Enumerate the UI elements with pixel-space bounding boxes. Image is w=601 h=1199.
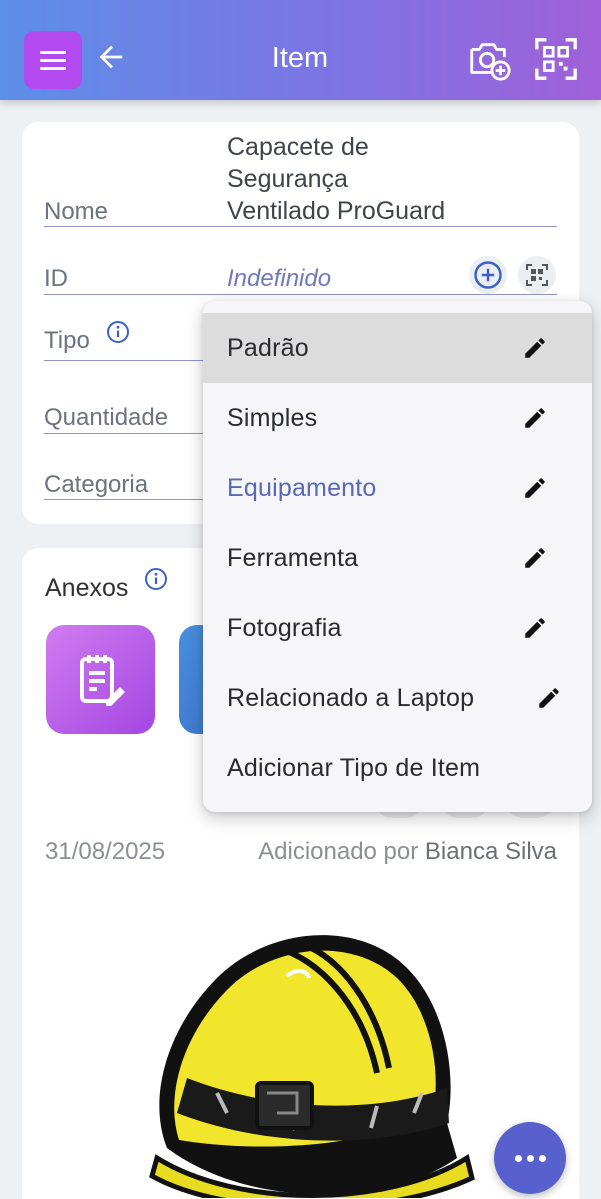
dropdown-item-ferramenta[interactable]: Ferramenta: [203, 523, 592, 593]
nome-field[interactable]: Capacete de Segurança Ventilado ProGuard: [227, 131, 547, 227]
camera-add-icon[interactable]: [466, 36, 512, 82]
hamburger-menu-icon: [40, 50, 66, 54]
dropdown-item-equipamento[interactable]: Equipamento: [203, 453, 592, 523]
add-note-tile[interactable]: [46, 625, 155, 734]
quantidade-label: Quantidade: [44, 404, 169, 431]
helmet-image[interactable]: [127, 908, 477, 1198]
back-arrow-icon[interactable]: [94, 40, 128, 74]
dropdown-item-simples[interactable]: Simples: [203, 383, 592, 453]
categoria-label: Categoria: [44, 471, 149, 498]
pencil-icon[interactable]: [522, 335, 548, 361]
attachment-date: 31/08/2025: [45, 838, 166, 865]
pencil-icon[interactable]: [522, 405, 548, 431]
dropdown-item-relacionado-a-laptop[interactable]: Relacionado a Laptop: [203, 663, 592, 733]
page-title: Item: [271, 42, 329, 74]
pencil-icon[interactable]: [522, 475, 548, 501]
scan-id-button[interactable]: [518, 256, 556, 294]
dropdown-item-fotografia[interactable]: Fotografia: [203, 593, 592, 663]
more-dots-icon: [514, 1154, 522, 1162]
nome-underline: [44, 226, 557, 227]
pencil-icon[interactable]: [522, 615, 548, 641]
anexos-info-icon[interactable]: [144, 567, 168, 591]
plus-circle-icon: [474, 261, 502, 289]
added-by-text: Adicionado por Bianca Silva: [258, 838, 557, 865]
pencil-icon[interactable]: [522, 545, 548, 571]
more-options-fab[interactable]: [494, 1122, 566, 1194]
id-underline: [44, 294, 557, 295]
dropdown-item-adicionar-tipo[interactable]: Adicionar Tipo de Item: [203, 733, 592, 803]
menu-button[interactable]: [24, 31, 82, 89]
qr-scan-small-icon: [526, 264, 548, 286]
nome-label: Nome: [44, 198, 109, 225]
id-field[interactable]: Indefinido: [227, 265, 331, 293]
tipo-dropdown-menu: Padrão Simples Equipamento Ferramenta Fo…: [203, 301, 592, 812]
info-icon[interactable]: [106, 320, 130, 344]
note-edit-icon: [79, 654, 125, 706]
dropdown-item-padrao[interactable]: Padrão: [203, 313, 592, 383]
pencil-icon[interactable]: [536, 685, 562, 711]
id-label: ID: [44, 265, 68, 292]
app-header: Item: [0, 0, 601, 100]
qr-scan-icon[interactable]: [533, 36, 579, 82]
add-id-button[interactable]: [469, 256, 507, 294]
added-by-user: Bianca Silva: [424, 838, 557, 865]
anexos-title: Anexos: [45, 574, 129, 602]
tipo-label: Tipo: [44, 327, 90, 354]
